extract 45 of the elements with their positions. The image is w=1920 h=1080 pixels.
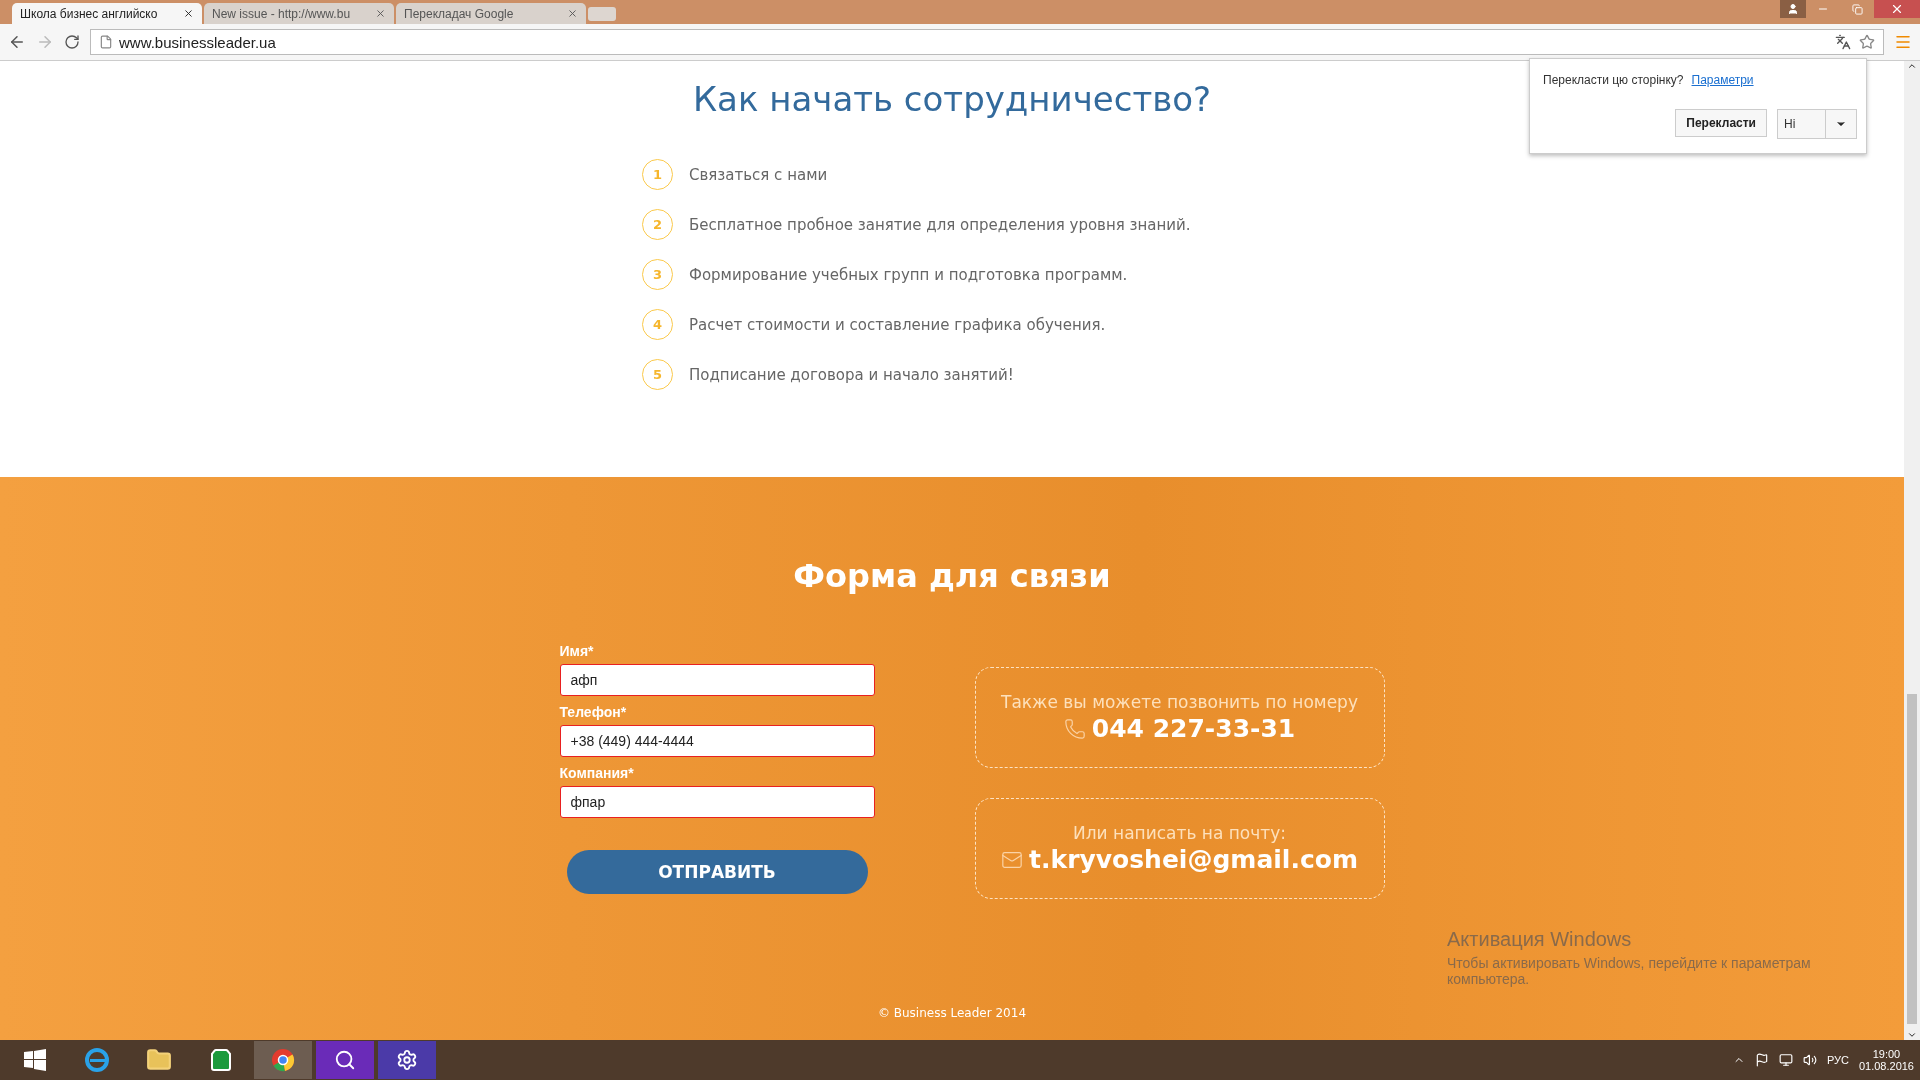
reload-icon[interactable]: [64, 34, 80, 50]
flag-icon[interactable]: [1754, 1053, 1769, 1067]
chrome-icon[interactable]: [271, 1048, 295, 1072]
browser-tab[interactable]: Школа бизнес английско: [12, 3, 202, 24]
input-field[interactable]: +38 (449) 444-4444: [559, 725, 875, 757]
windows-start-icon[interactable]: [24, 1049, 46, 1071]
scrollbar-thumb[interactable]: [1907, 694, 1917, 1024]
field-label: Компания*: [559, 765, 635, 781]
contact-caption: Или написать на почту:: [1073, 823, 1286, 843]
folder-icon[interactable]: [146, 1047, 172, 1073]
user-icon[interactable]: [1787, 3, 1799, 15]
activation-text: Чтобы активировать Windows, перейдите к параметрам компьютера.: [1447, 955, 1812, 987]
settings-icon[interactable]: [396, 1049, 418, 1071]
step-text: Связаться с нами: [689, 165, 828, 184]
address-bar[interactable]: www.businessleader.ua: [90, 29, 1884, 55]
store-icon[interactable]: [209, 1048, 233, 1072]
search-icon[interactable]: [334, 1049, 356, 1071]
input-field[interactable]: фпар: [559, 786, 875, 818]
submit-button[interactable]: ОТПРАВИТЬ: [566, 850, 868, 894]
volume-icon[interactable]: [1802, 1053, 1817, 1067]
language-indicator[interactable]: РУС: [1826, 1054, 1849, 1066]
options-link[interactable]: Параметри: [1691, 73, 1754, 87]
section-title: Как начать сотрудничество?: [692, 79, 1212, 119]
close-icon[interactable]: [183, 8, 194, 19]
clock[interactable]: 19:00 01.08.2016: [1858, 1048, 1914, 1072]
browser-tab[interactable]: New issue - http://www.bu: [204, 3, 394, 24]
field-label: Имя*: [559, 643, 595, 659]
step-text: Подписание договора и начало занятий!: [689, 365, 1014, 384]
step-text: Расчет стоимости и составление графика обучения.: [689, 315, 1106, 334]
phone-icon: [1063, 717, 1086, 740]
scroll-down-icon[interactable]: [1907, 1030, 1917, 1040]
input-field[interactable]: афп: [559, 664, 875, 696]
form-title: Форма для связи: [793, 557, 1111, 595]
browser-tab[interactable]: Перекладач Google: [396, 3, 586, 24]
back-icon[interactable]: [8, 33, 26, 51]
translate-question: Перекласти цю сторінку?: [1543, 73, 1684, 87]
activation-title: Активация Windows: [1447, 928, 1633, 951]
contact-caption: Также вы можете позвонить по номеру: [1001, 692, 1358, 712]
translate-button[interactable]: Перекласти: [1675, 109, 1767, 137]
step-text: Формирование учебных групп и подготовка программ.: [689, 265, 1128, 284]
field-label: Телефон*: [559, 704, 628, 720]
step-text: Бесплатное пробное занятие для определения уровня знаний.: [689, 215, 1191, 234]
contact-value: 044 227-33-31: [1091, 714, 1296, 743]
scroll-up-icon[interactable]: [1907, 61, 1917, 71]
copyright-text: © Business Leader 2014: [877, 1006, 1026, 1020]
